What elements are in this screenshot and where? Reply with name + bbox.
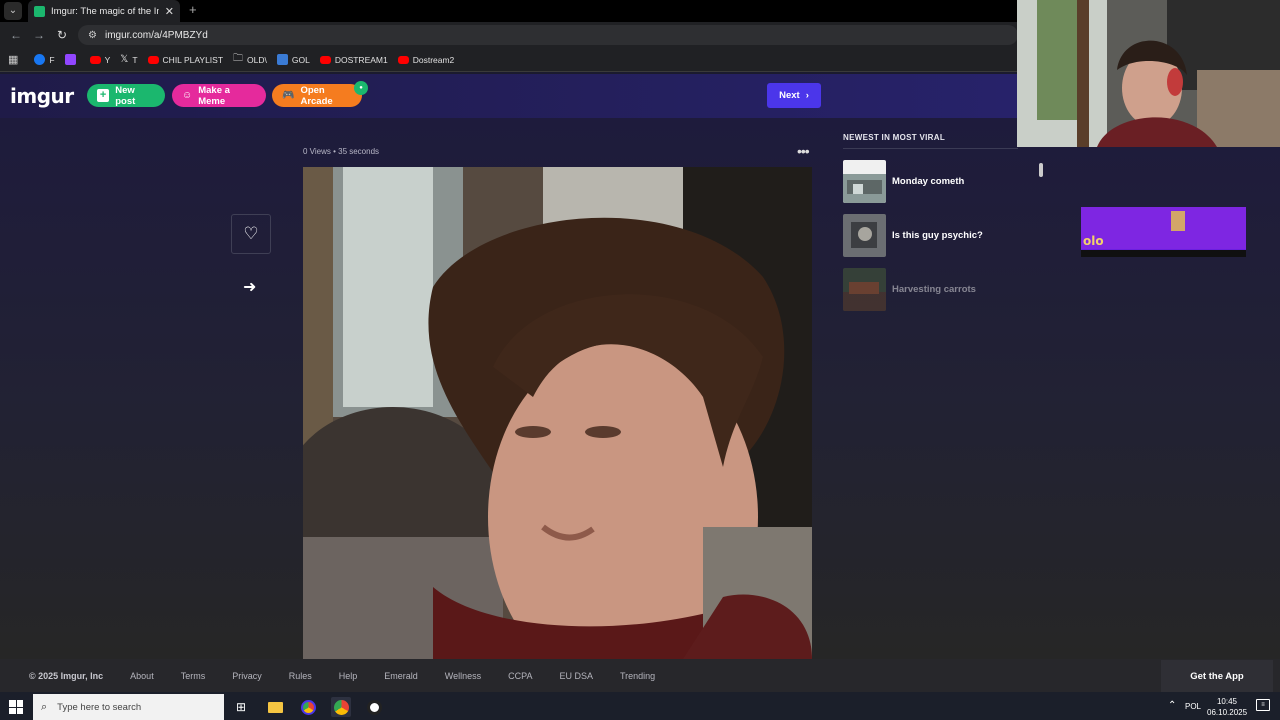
new-post-label: New post xyxy=(115,84,136,107)
taskbar-search-placeholder: Type here to search xyxy=(57,701,142,713)
open-arcade-button[interactable]: 🎮 Open Arcade xyxy=(272,84,362,107)
taskbar-search[interactable]: ⌕ Type here to search xyxy=(33,694,224,720)
viral-post-item[interactable]: Harvesting carrots xyxy=(843,267,1043,311)
viral-post-item[interactable]: Is this guy psychic? xyxy=(843,213,1043,257)
ad-graphic: olo xyxy=(1081,207,1246,257)
url-text[interactable]: imgur.com/a/4PMBZYd xyxy=(105,30,208,41)
file-explorer-icon[interactable] xyxy=(265,697,285,717)
gol-icon xyxy=(276,54,288,65)
next-post-button[interactable]: Next › xyxy=(767,83,821,108)
obs-icon[interactable] xyxy=(364,697,384,717)
clock-date: 06.10.2025 xyxy=(1207,708,1248,717)
clock-time: 10:45 xyxy=(1216,697,1238,706)
footer: © 2025 Imgur, Inc About Terms Privacy Ru… xyxy=(0,659,1280,692)
sidebar-divider xyxy=(843,148,1018,149)
footer-link-about[interactable]: About xyxy=(130,671,154,681)
make-meme-button[interactable]: ☺ Make a Meme xyxy=(172,84,266,107)
svg-text:olo: olo xyxy=(1083,234,1104,248)
x-logo-icon: 𝕏 xyxy=(120,54,129,65)
viral-post-title: Monday cometh xyxy=(892,175,965,187)
video-frame xyxy=(303,167,812,659)
close-tab-icon[interactable]: ✕ xyxy=(165,5,174,18)
browser-tab[interactable]: Imgur: The magic of the Interne ✕ xyxy=(28,0,180,22)
youtube-icon xyxy=(89,55,101,64)
imgur-logo[interactable]: imgur xyxy=(10,84,74,108)
tray-chevron-up-icon[interactable]: ⌃ xyxy=(1168,700,1176,711)
new-tab-icon[interactable]: + xyxy=(189,2,197,17)
footer-link-privacy[interactable]: Privacy xyxy=(232,671,262,681)
youtube-icon xyxy=(147,55,159,64)
url-field[interactable]: ⚙ imgur.com/a/4PMBZYd xyxy=(78,25,1018,45)
post-thumbnail xyxy=(843,159,886,203)
footer-link-rules[interactable]: Rules xyxy=(289,671,312,681)
plus-icon: + xyxy=(97,89,110,102)
bookmark-item[interactable]: CHIL PLAYLIST xyxy=(147,55,223,65)
open-arcade-label: Open Arcade xyxy=(300,84,333,107)
arcade-badge: ● xyxy=(354,81,368,95)
bookmark-item[interactable]: Dostream2 xyxy=(397,55,454,65)
favorite-button[interactable]: ♡ xyxy=(231,214,271,254)
webcam-frame xyxy=(1017,0,1280,147)
twitch-icon xyxy=(64,54,76,65)
task-view-icon[interactable]: ⊞ xyxy=(231,697,251,717)
search-icon: ⌕ xyxy=(41,700,48,713)
meme-icon: ☺ xyxy=(182,90,193,101)
footer-link-emerald[interactable]: Emerald xyxy=(384,671,418,681)
reload-icon[interactable]: ↻ xyxy=(57,28,67,42)
next-label: Next xyxy=(779,90,800,101)
footer-link-terms[interactable]: Terms xyxy=(181,671,206,681)
new-post-button[interactable]: + New post xyxy=(87,84,165,107)
sidebar-title: NEWEST IN MOST VIRAL xyxy=(843,133,945,142)
facebook-icon xyxy=(34,54,46,65)
notifications-icon[interactable]: ≡ xyxy=(1256,699,1270,711)
get-the-app-button[interactable]: Get the App xyxy=(1161,660,1273,692)
footer-link-ccpa[interactable]: CCPA xyxy=(508,671,532,681)
bookmark-folder[interactable]: 🗀 OLD\ xyxy=(233,51,267,68)
sidebar-scrollbar[interactable] xyxy=(1039,163,1043,177)
youtube-icon xyxy=(319,55,331,64)
footer-link-wellness[interactable]: Wellness xyxy=(445,671,481,681)
tab-title: Imgur: The magic of the Interne xyxy=(51,5,159,17)
post-thumbnail xyxy=(843,267,886,311)
chrome-icon[interactable] xyxy=(331,697,351,717)
bookmark-item[interactable] xyxy=(64,54,80,65)
bookmark-item[interactable]: 𝕏T xyxy=(120,54,137,65)
bookmark-item[interactable]: DOSTREAM1 xyxy=(319,55,388,65)
chevron-right-icon: › xyxy=(805,90,809,101)
bookmark-item[interactable]: Y xyxy=(89,55,110,65)
footer-link-trending[interactable]: Trending xyxy=(620,671,655,681)
youtube-icon xyxy=(397,55,409,64)
tab-search-chevron-icon[interactable]: ⌄ xyxy=(4,2,22,20)
imgur-favicon-icon xyxy=(34,5,45,17)
post-video[interactable] xyxy=(303,167,812,659)
heart-icon: ♡ xyxy=(243,224,259,243)
ad-banner[interactable]: olo xyxy=(1081,207,1246,257)
share-arrow-icon[interactable]: ➜ xyxy=(243,277,256,297)
more-options-icon[interactable]: ••• xyxy=(797,143,810,159)
footer-link-eu-dsa[interactable]: EU DSA xyxy=(559,671,593,681)
forward-icon[interactable]: → xyxy=(33,28,45,42)
viral-post-title: Harvesting carrots xyxy=(892,283,976,295)
back-icon[interactable]: ← xyxy=(10,28,22,42)
gamepad-icon: 🎮 xyxy=(282,90,295,101)
taskbar-clock[interactable]: 10:45 06.10.2025 xyxy=(1207,696,1247,718)
apps-grid-icon[interactable]: ▦ xyxy=(8,53,18,66)
viral-post-title: Is this guy psychic? xyxy=(892,229,983,241)
bookmark-item[interactable]: F xyxy=(34,54,55,65)
windows-start-icon[interactable] xyxy=(9,700,23,714)
bookmark-item[interactable]: GOL xyxy=(276,54,310,65)
post-thumbnail xyxy=(843,213,886,257)
make-meme-label: Make a Meme xyxy=(198,84,230,107)
folder-icon: 🗀 xyxy=(233,53,244,64)
chrome-profile-icon[interactable] xyxy=(298,697,318,717)
site-info-icon[interactable]: ⚙ xyxy=(88,30,97,41)
viral-post-item[interactable]: Monday cometh xyxy=(843,159,1043,203)
webcam-overlay xyxy=(1017,0,1280,147)
copyright: © 2025 Imgur, Inc xyxy=(29,670,104,681)
footer-link-help[interactable]: Help xyxy=(339,671,358,681)
post-meta: 0 Views • 35 seconds xyxy=(303,147,380,156)
language-indicator[interactable]: POL xyxy=(1185,702,1201,711)
